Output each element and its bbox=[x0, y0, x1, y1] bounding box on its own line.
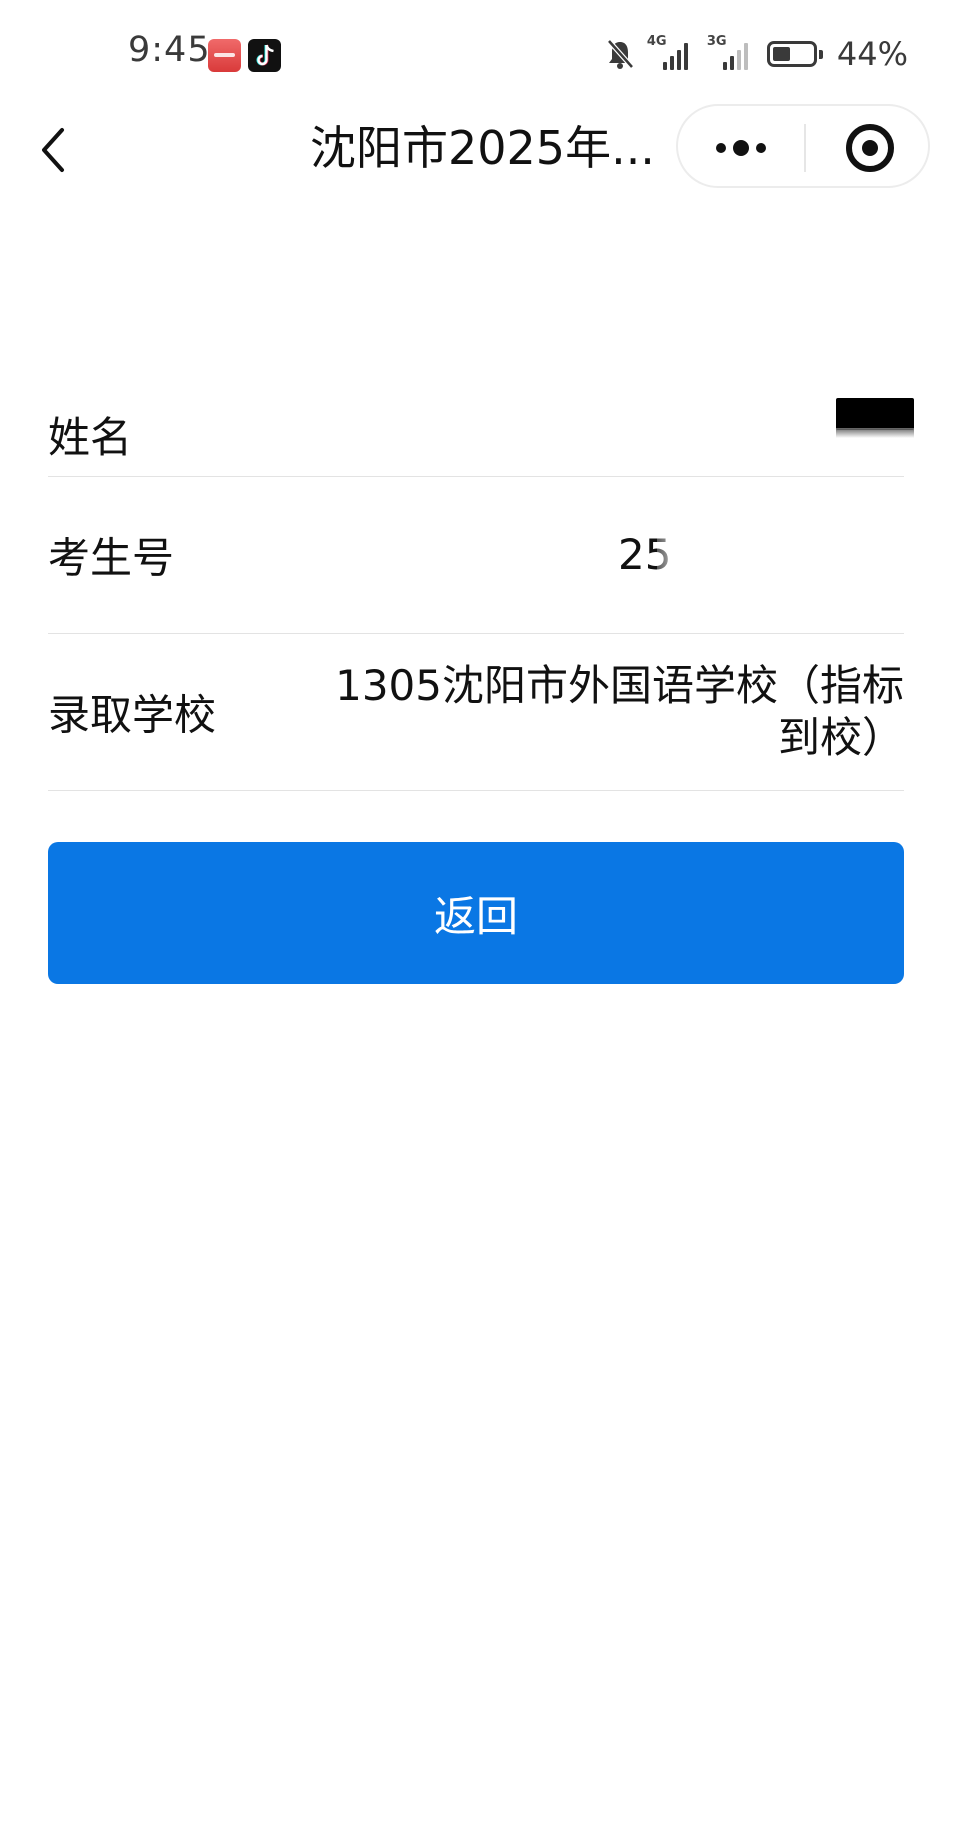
battery-percent: 44% bbox=[836, 35, 908, 73]
return-button[interactable]: 返回 bbox=[48, 842, 904, 984]
tiktok-icon bbox=[248, 39, 281, 72]
redaction-mask bbox=[836, 398, 914, 438]
signal-icon: 4G bbox=[647, 34, 695, 72]
admission-info-list: 姓名 考生号 25 录取学校 1305沈阳市外国语学校（指标到校） bbox=[48, 320, 914, 791]
admitted-school-value: 1305沈阳市外国语学校（指标到校） bbox=[335, 661, 904, 762]
huawei-appgallery-icon bbox=[208, 39, 241, 72]
signal-icon: 3G bbox=[707, 34, 755, 72]
back-button[interactable] bbox=[30, 120, 90, 180]
admitted-school-label: 录取学校 bbox=[48, 690, 217, 740]
status-indicators: 4G 3G 44% bbox=[605, 34, 908, 74]
miniprogram-capsule bbox=[676, 104, 930, 188]
battery-icon bbox=[766, 41, 823, 67]
mute-bell-icon bbox=[605, 38, 635, 70]
chevron-left-icon bbox=[42, 128, 64, 172]
candidate-number-label: 考生号 bbox=[48, 533, 175, 583]
candidate-number-value: 25 bbox=[618, 529, 688, 581]
more-button[interactable] bbox=[678, 106, 804, 186]
status-bar: 9:45 4G 3G 44% bbox=[0, 0, 958, 104]
name-label: 姓名 bbox=[48, 413, 133, 462]
info-row-name: 姓名 bbox=[48, 320, 914, 477]
nav-bar: 沈阳市2025年... bbox=[0, 104, 958, 192]
redaction-fade bbox=[657, 535, 688, 580]
more-dots-icon bbox=[716, 140, 766, 156]
status-time: 9:45 bbox=[128, 30, 211, 70]
close-miniprogram-button[interactable] bbox=[806, 106, 930, 186]
info-row-admitted-school: 录取学校 1305沈阳市外国语学校（指标到校） bbox=[48, 634, 904, 791]
page-title: 沈阳市2025年... bbox=[310, 121, 655, 175]
target-close-icon bbox=[846, 124, 894, 172]
info-row-candidate-number: 考生号 25 bbox=[48, 477, 904, 634]
